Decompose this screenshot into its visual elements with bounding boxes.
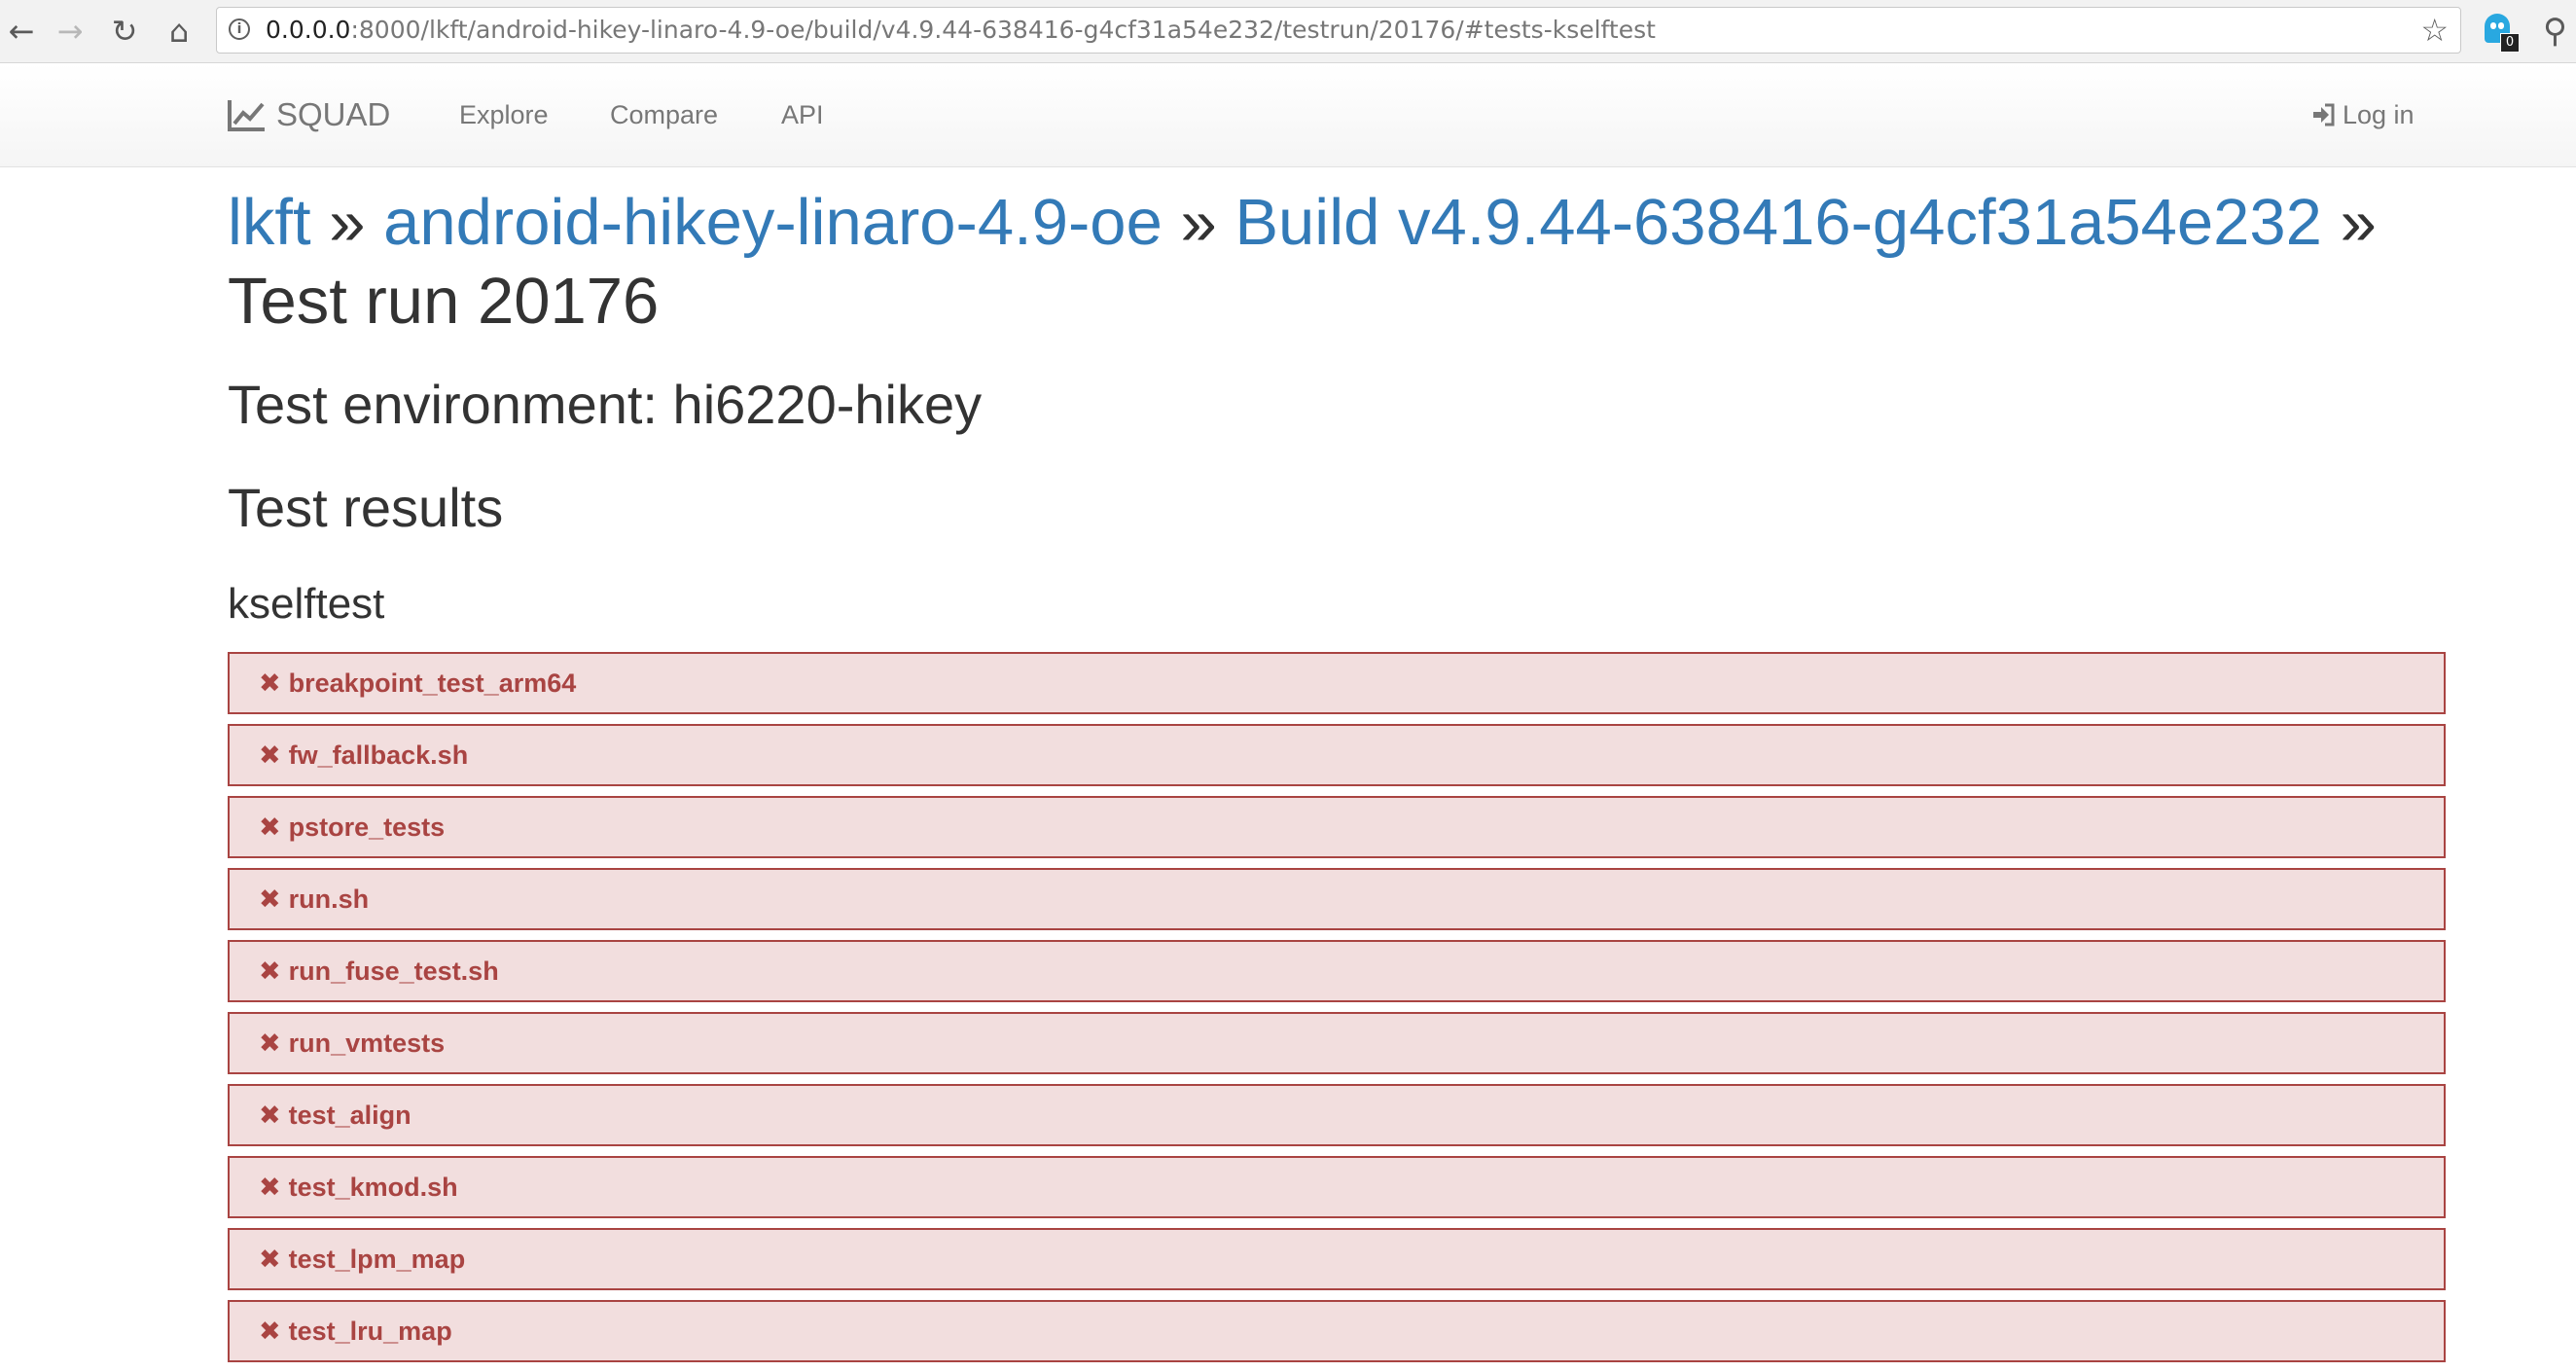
breadcrumb-separator: » bbox=[329, 186, 366, 259]
line-chart-icon bbox=[228, 100, 265, 131]
nav-explore[interactable]: Explore bbox=[459, 63, 549, 166]
forward-arrow-icon[interactable]: → bbox=[49, 11, 91, 52]
breadcrumb-current: Test run 20176 bbox=[228, 265, 660, 338]
browser-toolbar: ← → ↻ ⌂ i 0.0.0.0:8000/lkft/android-hike… bbox=[0, 0, 2576, 63]
back-arrow-icon[interactable]: ← bbox=[0, 11, 43, 52]
test-list: ✖ breakpoint_test_arm64 ✖ fw_fallback.sh ✖… bbox=[228, 652, 2446, 1362]
test-item[interactable]: ✖ run.sh bbox=[228, 868, 2446, 930]
fail-x-icon: ✖ bbox=[259, 1316, 281, 1347]
brand-label: SQUAD bbox=[276, 96, 391, 132]
info-icon[interactable]: i bbox=[229, 18, 250, 40]
fail-x-icon: ✖ bbox=[259, 668, 281, 699]
fail-x-icon: ✖ bbox=[259, 812, 281, 843]
test-name: fw_fallback.sh bbox=[288, 740, 469, 770]
breadcrumb-project-link[interactable]: android-hikey-linaro-4.9-oe bbox=[383, 186, 1163, 259]
home-icon[interactable]: ⌂ bbox=[158, 11, 200, 52]
reload-icon[interactable]: ↻ bbox=[103, 11, 146, 52]
test-name: test_align bbox=[288, 1100, 411, 1130]
test-name: breakpoint_test_arm64 bbox=[288, 668, 577, 698]
breadcrumb-separator: » bbox=[1180, 186, 1217, 259]
fail-x-icon: ✖ bbox=[259, 740, 281, 771]
fail-x-icon: ✖ bbox=[259, 1100, 281, 1131]
address-bar[interactable]: i 0.0.0.0:8000/lkft/android-hikey-linaro… bbox=[216, 7, 2461, 54]
site-navbar: SQUAD Explore Compare API Log in bbox=[0, 63, 2576, 167]
fail-x-icon: ✖ bbox=[259, 1028, 281, 1059]
fail-x-icon: ✖ bbox=[259, 1244, 281, 1275]
test-name: test_lpm_map bbox=[288, 1244, 466, 1274]
test-item[interactable]: ✖ test_kmod.sh bbox=[228, 1156, 2446, 1218]
test-name: test_kmod.sh bbox=[288, 1172, 458, 1202]
breadcrumb: lkft » android-hikey-linaro-4.9-oe » Bui… bbox=[228, 183, 2446, 341]
test-item[interactable]: ✖ test_align bbox=[228, 1084, 2446, 1146]
test-item[interactable]: ✖ run_fuse_test.sh bbox=[228, 940, 2446, 1002]
main-content: lkft » android-hikey-linaro-4.9-oe » Bui… bbox=[228, 167, 2446, 1372]
login-link[interactable]: Log in bbox=[2311, 63, 2415, 166]
breadcrumb-group-link[interactable]: lkft bbox=[228, 186, 311, 259]
test-item[interactable]: ✖ pstore_tests bbox=[228, 796, 2446, 858]
test-name: run.sh bbox=[288, 884, 370, 914]
login-label: Log in bbox=[2343, 99, 2415, 129]
fail-x-icon: ✖ bbox=[259, 884, 281, 915]
fail-x-icon: ✖ bbox=[259, 1172, 281, 1203]
brand-link[interactable]: SQUAD bbox=[228, 63, 390, 166]
url-host: 0.0.0.0 bbox=[266, 16, 351, 44]
test-name: run_vmtests bbox=[288, 1028, 446, 1058]
results-title: Test results bbox=[228, 477, 504, 538]
test-item[interactable]: ✖ run_vmtests bbox=[228, 1012, 2446, 1074]
breadcrumb-build-link[interactable]: Build v4.9.44-638416-g4cf31a54e232 bbox=[1234, 186, 2322, 259]
nav-compare[interactable]: Compare bbox=[610, 63, 718, 166]
nav-api[interactable]: API bbox=[781, 63, 824, 166]
test-name: test_lru_map bbox=[288, 1316, 452, 1346]
test-item[interactable]: ✖ breakpoint_test_arm64 bbox=[228, 652, 2446, 714]
test-item[interactable]: ✖ test_lpm_map bbox=[228, 1228, 2446, 1290]
breadcrumb-separator: » bbox=[2340, 186, 2377, 259]
magnifier-icon[interactable]: ⚲ bbox=[2543, 12, 2567, 51]
fail-x-icon: ✖ bbox=[259, 956, 281, 987]
extension-badge: 0 bbox=[2500, 33, 2520, 53]
test-item[interactable]: ✖ fw_fallback.sh bbox=[228, 724, 2446, 786]
test-item[interactable]: ✖ test_lru_map bbox=[228, 1300, 2446, 1362]
bookmark-star-icon[interactable]: ☆ bbox=[2420, 13, 2449, 48]
url-path: :8000/lkft/android-hikey-linaro-4.9-oe/b… bbox=[350, 16, 1656, 44]
test-name: pstore_tests bbox=[288, 812, 446, 842]
environment-title: Test environment: hi6220-hikey bbox=[228, 374, 983, 435]
suite-title: kselftest bbox=[228, 580, 385, 628]
extension-ghost-icon[interactable]: 0 bbox=[2483, 12, 2520, 53]
sign-in-icon bbox=[2313, 103, 2335, 126]
url-text[interactable]: 0.0.0.0:8000/lkft/android-hikey-linaro-4… bbox=[266, 8, 1656, 53]
test-name: run_fuse_test.sh bbox=[288, 956, 499, 986]
